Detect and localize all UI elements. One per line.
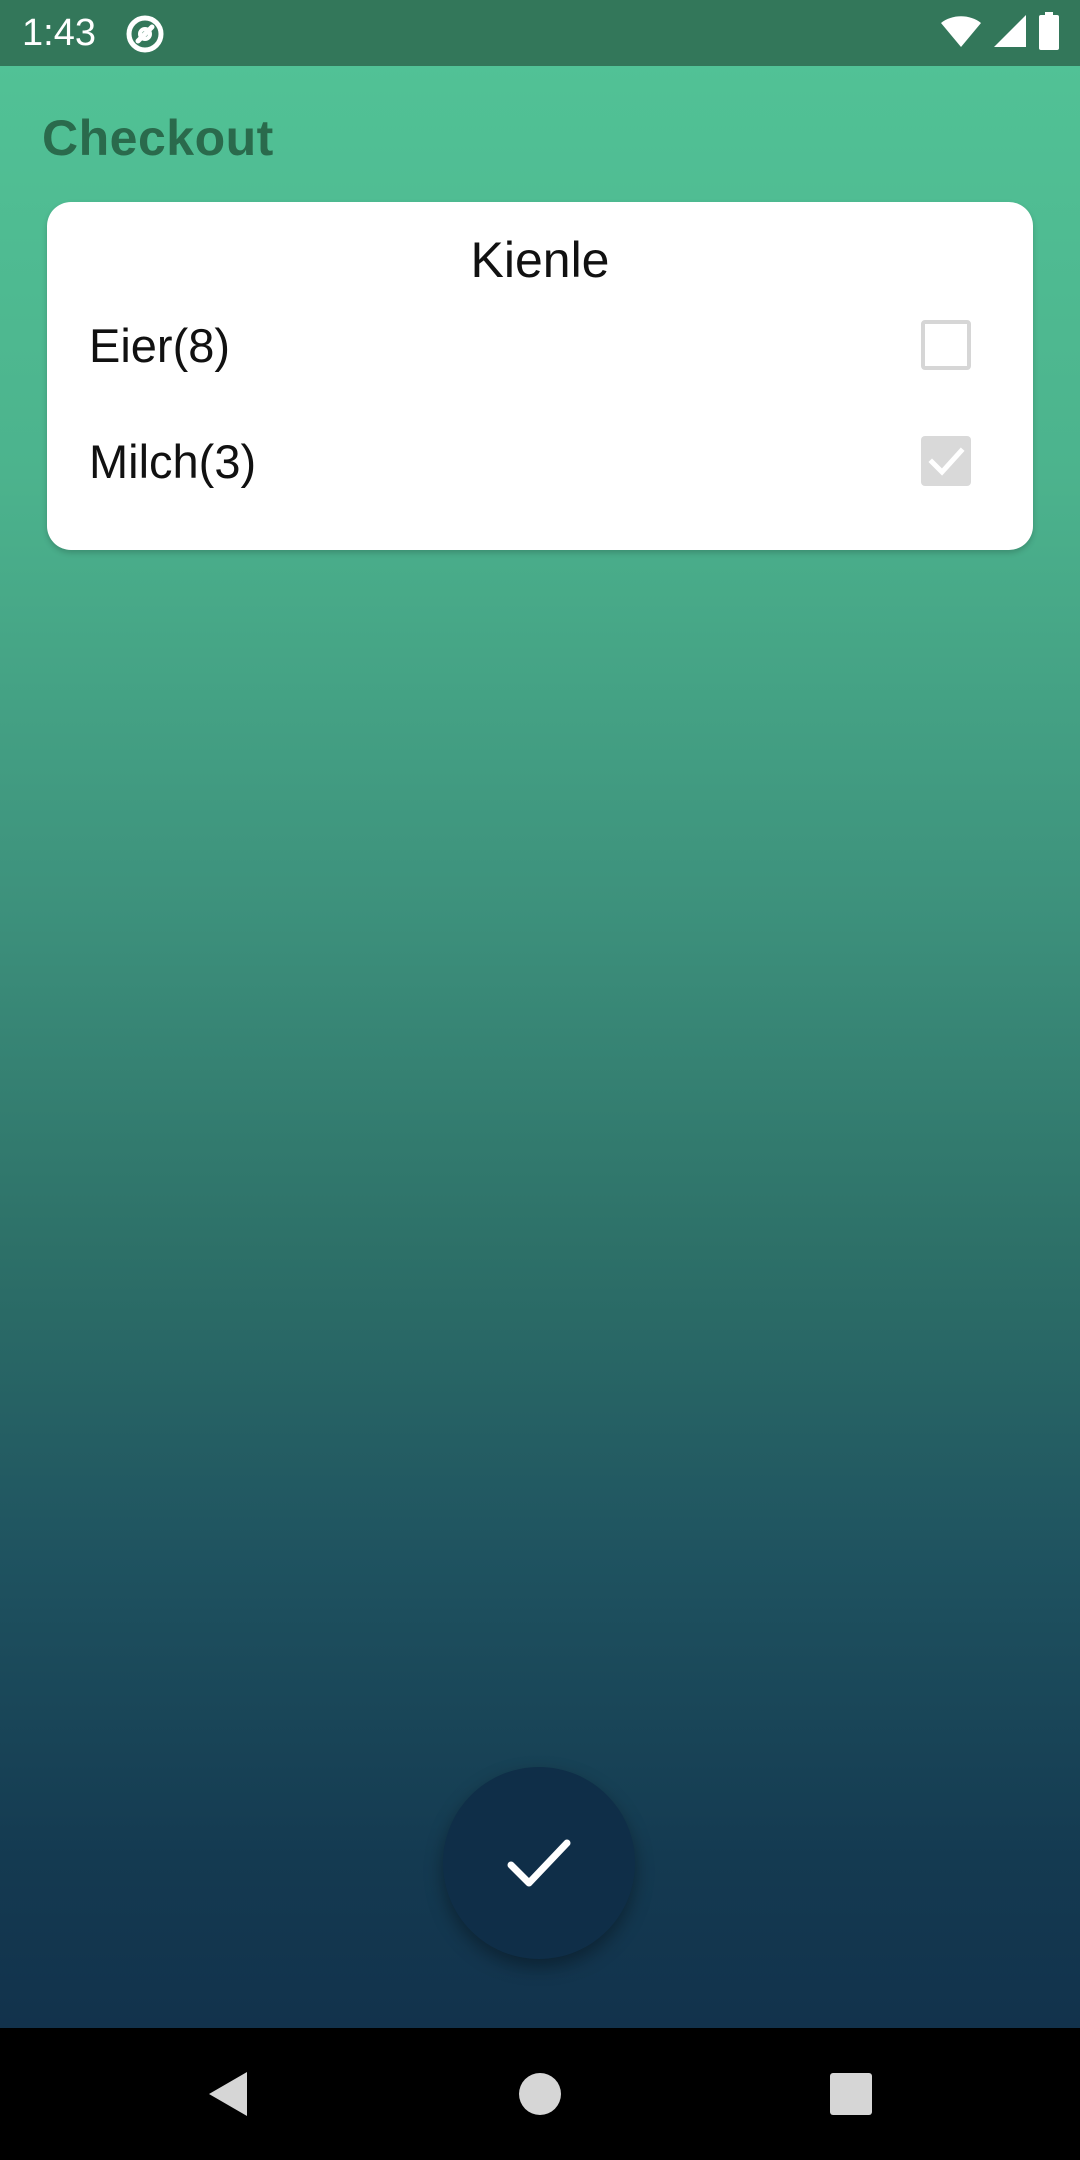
- back-icon[interactable]: [199, 2064, 259, 2124]
- list-item[interactable]: Milch(3): [47, 422, 1033, 502]
- list-item[interactable]: Eier(8): [47, 306, 1033, 386]
- checkmark-icon: [507, 1839, 571, 1887]
- status-bar: 1:43: [0, 0, 1080, 66]
- status-icons: [940, 11, 1060, 55]
- page-title: Checkout: [42, 110, 274, 166]
- cellular-signal-icon: [992, 14, 1028, 53]
- at-sign-icon: [124, 13, 166, 55]
- store-name: Kienle: [470, 232, 610, 288]
- confirm-button[interactable]: [443, 1767, 635, 1959]
- status-time: 1:43: [22, 12, 96, 54]
- item-label: Milch(3): [89, 435, 257, 488]
- wifi-icon: [940, 14, 982, 53]
- item-checkbox[interactable]: [921, 320, 971, 370]
- store-card: Kienle Eier(8) Milch(3): [47, 202, 1033, 550]
- navigation-bar: [0, 2028, 1080, 2160]
- recents-icon[interactable]: [821, 2064, 881, 2124]
- checkmark-icon: [928, 447, 965, 476]
- checkout-screen: 1:43 Checkout Kienle Eier(8) Milch(3): [0, 0, 1080, 2160]
- battery-icon: [1038, 11, 1060, 55]
- home-icon[interactable]: [510, 2064, 570, 2124]
- item-label: Eier(8): [89, 319, 231, 372]
- item-checkbox[interactable]: [921, 436, 971, 486]
